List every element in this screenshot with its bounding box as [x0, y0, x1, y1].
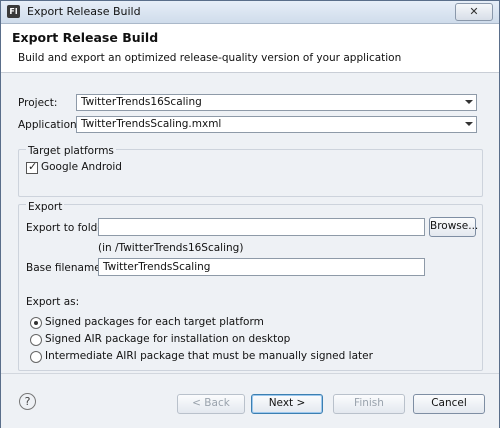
app-icon: Fl [7, 5, 20, 18]
project-select[interactable]: TwitterTrends16Scaling [76, 94, 477, 111]
cancel-button[interactable]: Cancel [413, 394, 485, 414]
base-filename-label: Base filename: [26, 262, 105, 274]
radio-intermediate-airi[interactable] [30, 351, 42, 363]
application-select[interactable]: TwitterTrendsScaling.mxml [76, 116, 477, 133]
export-release-build-dialog: Fl Export Release Build ✕ Export Release… [0, 0, 500, 428]
project-label: Project: [18, 97, 58, 109]
base-filename-input[interactable]: TwitterTrendsScaling [98, 258, 425, 276]
radio-selected-dot [34, 321, 38, 325]
target-platforms-title: Target platforms [26, 145, 116, 157]
radio-signed-packages[interactable] [30, 317, 42, 329]
page-subtitle: Build and export an optimized release-qu… [18, 52, 402, 64]
chevron-down-icon [465, 122, 473, 126]
option-signed-air-label: Signed AIR package for installation on d… [45, 333, 291, 345]
option-signed-packages-label: Signed packages for each target platform [45, 316, 264, 328]
back-button[interactable]: < Back [177, 394, 245, 414]
chevron-down-icon [465, 100, 473, 104]
page-title: Export Release Build [12, 30, 159, 45]
base-filename-value: TwitterTrendsScaling [103, 261, 211, 273]
window-title: Export Release Build [27, 5, 141, 18]
application-value: TwitterTrendsScaling.mxml [81, 118, 222, 130]
close-button[interactable]: ✕ [455, 3, 493, 21]
wizard-header: Export Release Build Build and export an… [1, 24, 499, 73]
google-android-label: Google Android [41, 161, 122, 173]
google-android-checkbox[interactable]: ✓ [26, 160, 38, 174]
browse-button[interactable]: Browse... [429, 217, 478, 237]
help-icon[interactable]: ? [19, 393, 36, 410]
export-as-label: Export as: [26, 296, 80, 308]
radio-signed-air[interactable] [30, 334, 42, 346]
export-title: Export [26, 201, 65, 213]
close-icon: ✕ [469, 5, 479, 18]
wizard-content: Project: TwitterTrends16Scaling Applicat… [1, 73, 499, 373]
folder-hint: (in /TwitterTrends16Scaling) [98, 242, 244, 254]
finish-button[interactable]: Finish [333, 394, 405, 414]
project-value: TwitterTrends16Scaling [81, 96, 202, 108]
export-folder-input[interactable] [98, 218, 425, 236]
checkmark-icon: ✓ [28, 160, 38, 173]
next-button[interactable]: Next > [251, 394, 323, 414]
application-label: Application: [18, 119, 81, 131]
option-intermediate-airi-label: Intermediate AIRI package that must be m… [45, 350, 373, 362]
title-bar: Fl Export Release Build ✕ [1, 1, 499, 24]
